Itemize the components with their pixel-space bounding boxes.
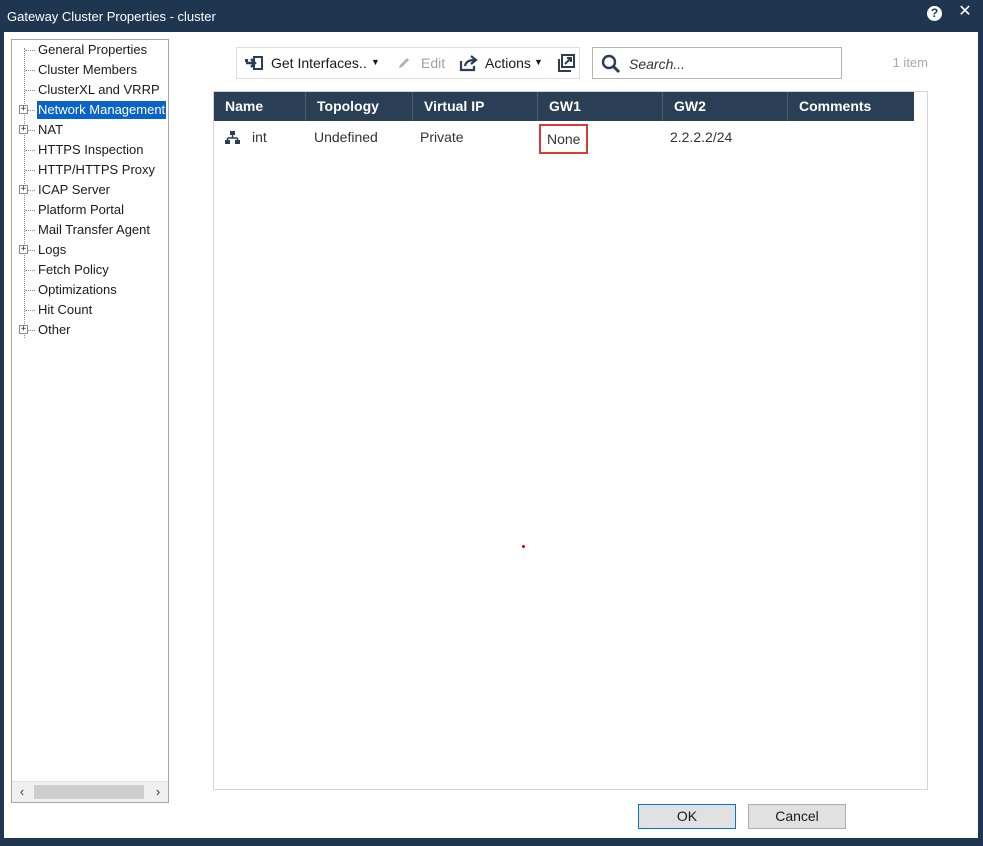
navigation-tree[interactable]: General Properties Cluster Members Cluster…	[11, 39, 169, 803]
tree-item-label: Other	[38, 322, 71, 337]
tree-item-label: Mail Transfer Agent	[38, 222, 150, 237]
cursor-marker	[522, 545, 525, 548]
close-icon[interactable]: ✕	[958, 4, 972, 20]
share-icon	[459, 55, 478, 72]
tree-item[interactable]: Platform Portal	[12, 201, 168, 219]
help-icon[interactable]: ?	[927, 6, 942, 21]
expand-icon[interactable]: +	[19, 185, 28, 194]
tree-item[interactable]: Mail Transfer Agent	[12, 221, 168, 239]
search-input[interactable]	[627, 54, 831, 74]
expand-icon[interactable]: +	[19, 105, 28, 114]
tree-item-label: Network Management	[37, 101, 167, 119]
tree-item[interactable]: + NAT	[12, 121, 168, 139]
item-count: 1 item	[892, 55, 928, 70]
get-interfaces-button[interactable]: Get Interfaces.. ▼	[245, 48, 380, 78]
expand-icon[interactable]: +	[19, 125, 28, 134]
title-bar: Gateway Cluster Properties - cluster ? ✕	[0, 0, 983, 32]
tree-item-label: General Properties	[38, 42, 148, 57]
tree-item-label: Hit Count	[38, 302, 93, 317]
table-header: Name Topology Virtual IP GW1 GW2 Comment…	[214, 92, 914, 121]
column-header-name[interactable]: Name	[214, 92, 306, 121]
open-window-icon	[558, 54, 575, 72]
column-header-topology[interactable]: Topology	[306, 92, 413, 121]
cell-gw2: 2.2.2.2/24	[670, 129, 733, 145]
tree-connector	[25, 230, 35, 231]
tree-item-label: Platform Portal	[38, 202, 124, 217]
search-icon	[601, 54, 621, 74]
pencil-icon	[399, 58, 409, 68]
dialog-body: General Properties Cluster Members Cluster…	[4, 32, 978, 838]
tree-item[interactable]: + Network Management	[12, 101, 168, 119]
open-in-window-button[interactable]	[557, 48, 577, 78]
tree-item-label: Cluster Members	[38, 62, 137, 77]
tree-item[interactable]: + Logs	[12, 241, 168, 259]
tree-connector	[25, 290, 35, 291]
edit-button[interactable]: Edit	[397, 48, 447, 78]
tree-item-label: Logs	[38, 242, 67, 257]
cell-topology: Undefined	[314, 129, 378, 145]
tree-connector	[25, 150, 35, 151]
horizontal-scrollbar[interactable]: ‹ ›	[12, 781, 168, 802]
tree-item-label: HTTPS Inspection	[38, 142, 144, 157]
actions-label: Actions	[485, 55, 531, 71]
ok-button[interactable]: OK	[638, 804, 736, 829]
tree-item[interactable]: Cluster Members	[12, 61, 168, 79]
tree-item[interactable]: HTTP/HTTPS Proxy	[12, 161, 168, 179]
column-header-comments[interactable]: Comments	[788, 92, 914, 121]
tree-item[interactable]: + Other	[12, 321, 168, 339]
window-title: Gateway Cluster Properties - cluster	[7, 9, 216, 24]
tree-connector	[25, 90, 35, 91]
tree-connector	[25, 270, 35, 271]
dialog-window: Gateway Cluster Properties - cluster ? ✕…	[0, 0, 983, 846]
tree-item-label: ICAP Server	[38, 182, 111, 197]
tree-item[interactable]: Fetch Policy	[12, 261, 168, 279]
tree-item[interactable]: Hit Count	[12, 301, 168, 319]
network-interface-icon	[225, 131, 240, 144]
interfaces-table: Name Topology Virtual IP GW1 GW2 Comment…	[213, 91, 928, 790]
cell-virtual-ip: Private	[420, 129, 464, 145]
search-box[interactable]	[592, 47, 842, 79]
get-interfaces-icon	[245, 56, 263, 70]
edit-label: Edit	[421, 55, 446, 71]
tree-item-label: Optimizations	[38, 282, 117, 297]
actions-button[interactable]: Actions ▼	[459, 48, 549, 78]
get-interfaces-label: Get Interfaces..	[271, 55, 367, 71]
tree-connector	[25, 70, 35, 71]
tree-connector	[25, 210, 35, 211]
expand-icon[interactable]: +	[19, 325, 28, 334]
cancel-button[interactable]: Cancel	[748, 804, 846, 829]
tree-item-label: Fetch Policy	[38, 262, 109, 277]
scroll-right-icon[interactable]: ›	[150, 784, 166, 800]
tree-item-label: NAT	[38, 122, 64, 137]
actions-dropdown-icon: ▼	[534, 57, 543, 67]
tree-item-label: ClusterXL and VRRP	[38, 82, 160, 97]
interfaces-toolbar: Get Interfaces.. ▼ Edit Actions ▼	[236, 47, 580, 79]
tree-item[interactable]: ClusterXL and VRRP	[12, 81, 168, 99]
expand-icon[interactable]: +	[19, 245, 28, 254]
tree-connector	[25, 50, 35, 51]
tree-item[interactable]: Optimizations	[12, 281, 168, 299]
tree-connector	[25, 310, 35, 311]
tree-item[interactable]: HTTPS Inspection	[12, 141, 168, 159]
table-row[interactable]: int Undefined Private None 2.2.2.2/24	[214, 122, 927, 154]
scroll-left-icon[interactable]: ‹	[14, 784, 30, 800]
cell-name: int	[252, 129, 267, 145]
scrollbar-thumb[interactable]	[34, 785, 144, 799]
column-header-virtual-ip[interactable]: Virtual IP	[413, 92, 538, 121]
column-header-gw2[interactable]: GW2	[663, 92, 788, 121]
get-interfaces-dropdown-icon: ▼	[371, 57, 380, 67]
cell-gw1: None	[539, 124, 589, 154]
table-header-filler	[914, 92, 927, 121]
tree-item[interactable]: General Properties	[12, 41, 168, 59]
tree-item[interactable]: + ICAP Server	[12, 181, 168, 199]
tree-item-label: HTTP/HTTPS Proxy	[38, 162, 156, 177]
column-header-gw1[interactable]: GW1	[538, 92, 663, 121]
tree-connector	[25, 170, 35, 171]
